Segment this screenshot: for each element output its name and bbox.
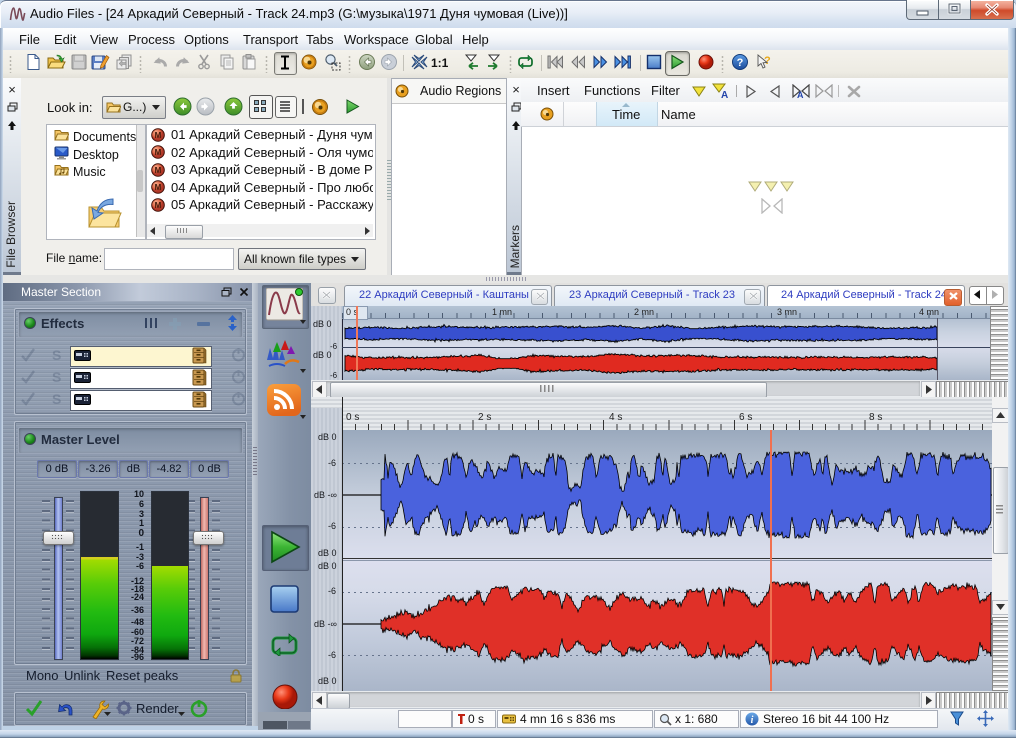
svg-text:M: M — [155, 131, 162, 140]
svg-text:A: A — [721, 90, 728, 99]
svg-text:M: M — [155, 166, 162, 175]
svg-text:?: ? — [737, 57, 744, 69]
svg-text:M: M — [155, 148, 162, 157]
svg-text:M: M — [155, 183, 162, 192]
svg-text:A: A — [797, 90, 804, 99]
svg-text:i: i — [751, 715, 754, 726]
svg-text:M: M — [155, 201, 162, 210]
